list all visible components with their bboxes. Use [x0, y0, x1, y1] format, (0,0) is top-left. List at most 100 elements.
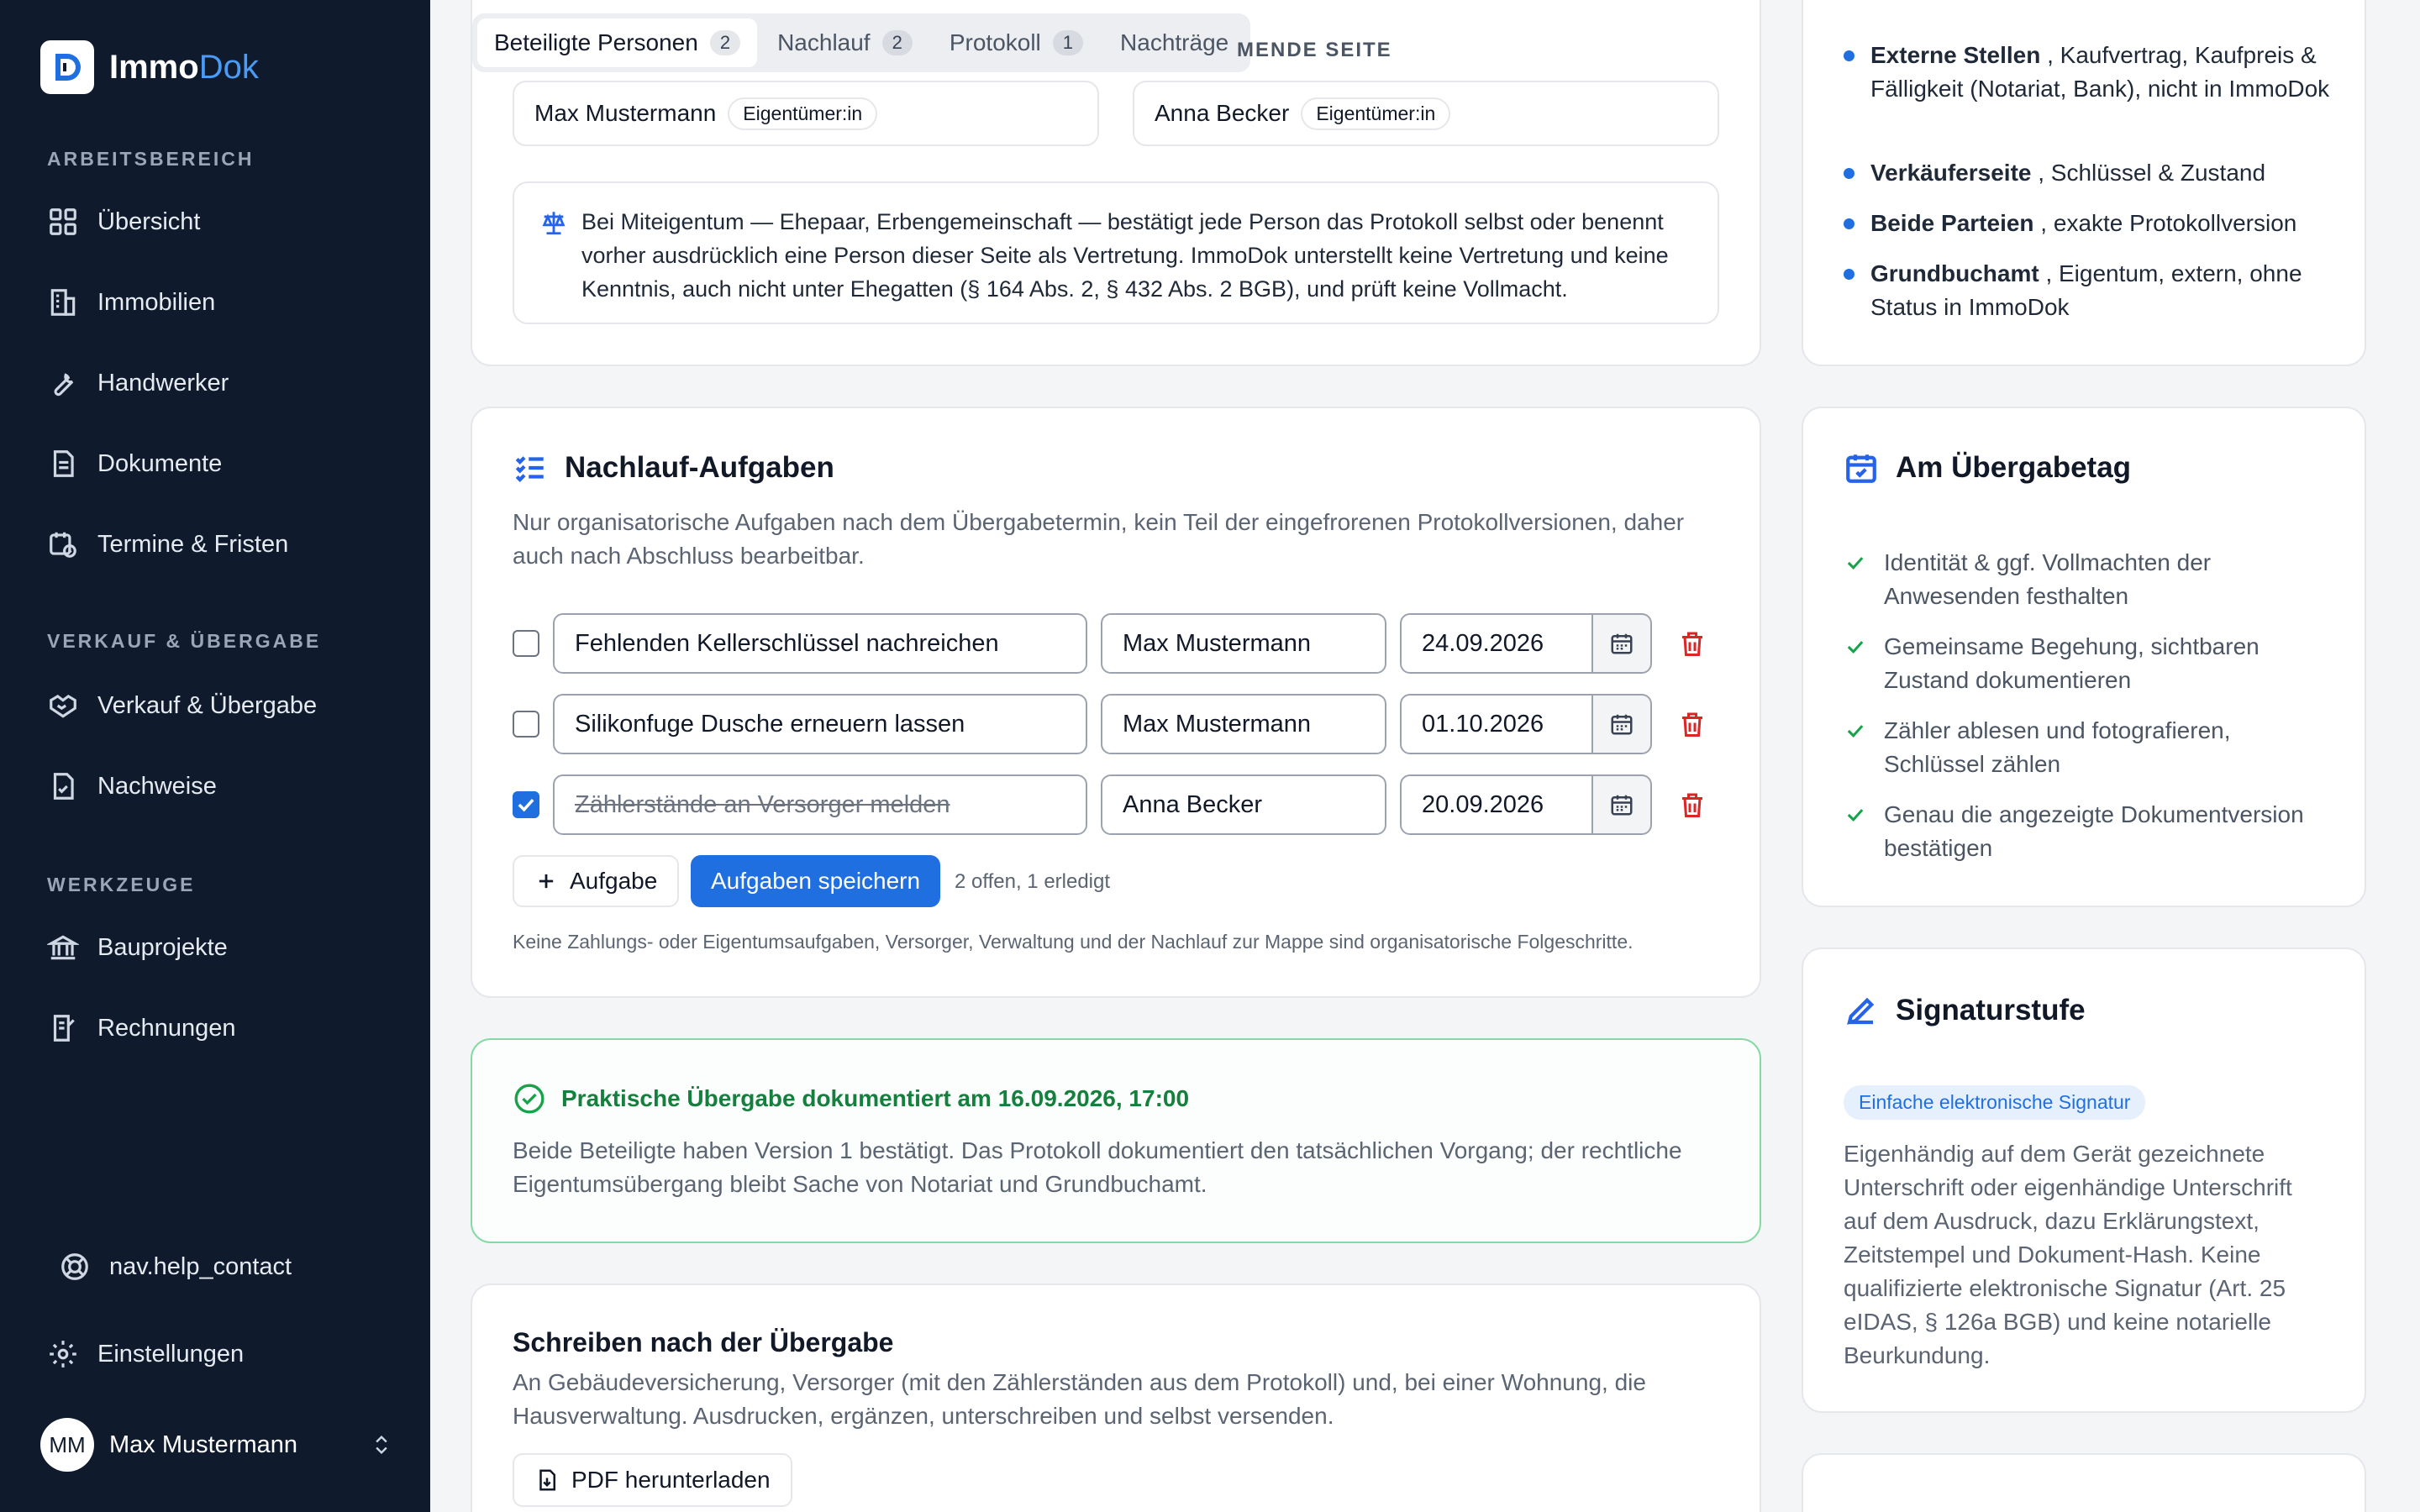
task-checkbox[interactable]	[513, 791, 539, 818]
sidebar-item-sale-handover[interactable]: Verkauf & Übergabe	[47, 684, 317, 727]
check-icon	[1847, 557, 1864, 570]
signature-level-badge: Einfache elektronische Signatur	[1844, 1085, 2146, 1120]
tab-followup[interactable]: Nachlauf 2	[760, 18, 929, 67]
handover-day-title-text: Am Übergabetag	[1896, 451, 2132, 484]
tab-count: 1	[1052, 30, 1084, 55]
bullet	[1844, 269, 1854, 280]
responsibility-item: Verkäuferseite , Schlüssel & Zustand	[1844, 156, 2331, 190]
user-menu[interactable]: MM Max Mustermann	[40, 1418, 393, 1472]
bank-icon	[47, 935, 79, 960]
date-picker-button[interactable]	[1593, 613, 1652, 674]
role-badge: Eigentümer:in	[728, 97, 878, 130]
person-card-right: Anna Becker Eigentümer:in	[1133, 81, 1719, 146]
avatar: MM	[40, 1418, 94, 1472]
checklist-text: Genau die angezeigte Dokumentversion bes…	[1884, 801, 2304, 861]
check-icon	[1847, 641, 1864, 654]
responsibility-item: Grundbuchamt , Eigentum, extern, ohne St…	[1844, 257, 2331, 324]
task-text-input[interactable]: Silikonfuge Dusche erneuern lassen	[553, 694, 1087, 754]
sidebar-item-label: Rechnungen	[97, 1014, 236, 1042]
sidebar-item-proofs[interactable]: Nachweise	[47, 764, 217, 808]
task-person-input[interactable]: Max Mustermann	[1101, 694, 1386, 754]
add-task-label: Aufgabe	[570, 868, 658, 894]
task-text-input[interactable]: Fehlenden Kellerschlüssel nachreichen	[553, 613, 1087, 674]
task-date-input[interactable]: 24.09.2026	[1400, 613, 1593, 674]
sidebar-item-settings[interactable]: Einstellungen	[47, 1332, 244, 1376]
calendar-icon	[1611, 795, 1633, 816]
person-name: Anna Becker	[1155, 100, 1290, 126]
delete-icon[interactable]	[1677, 709, 1707, 739]
document-check-icon	[53, 773, 74, 800]
date-picker-button[interactable]	[1593, 774, 1652, 835]
tab-label: Nachträge	[1120, 29, 1229, 55]
file-download-icon	[539, 1469, 555, 1491]
tasks-status: 2 offen, 1 erledigt	[955, 870, 1111, 893]
task-person-input[interactable]: Max Mustermann	[1101, 613, 1386, 674]
check-icon	[1847, 725, 1864, 738]
checklist-text: Zähler ablesen und fotografieren, Schlüs…	[1884, 717, 2231, 777]
logo-icon	[40, 40, 94, 94]
responsibility-party: Beide Parteien	[1870, 210, 2034, 236]
task-checkbox[interactable]	[513, 630, 539, 657]
tasks-description: Nur organisatorische Aufgaben nach dem Ü…	[513, 509, 1685, 569]
task-checkbox[interactable]	[513, 711, 539, 738]
download-pdf-button[interactable]: PDF herunterladen	[513, 1453, 792, 1507]
handover-status-text: Beide Beteiligte haben Version 1 bestäti…	[513, 1137, 1682, 1197]
person-name: Max Mustermann	[534, 100, 717, 126]
sidebar-item-construction[interactable]: Bauprojekte	[47, 926, 228, 969]
tab-label: Beteiligte Personen	[494, 29, 698, 55]
check-icon	[1847, 809, 1864, 822]
user-name: Max Mustermann	[109, 1431, 298, 1458]
tasks-footnote: Keine Zahlungs- oder Eigentumsaufgaben, …	[513, 931, 1634, 953]
sidebar-item-invoices[interactable]: Rechnungen	[47, 1006, 235, 1050]
sidebar-item-label: Dokumente	[97, 449, 223, 477]
lifebuoy-icon	[61, 1253, 88, 1280]
tab-bar: Beteiligte Personen 2 Nachlauf 2 Protoko…	[472, 13, 1251, 72]
gear-icon	[50, 1341, 76, 1368]
tab-protocol[interactable]: Protokoll 1	[933, 18, 1100, 67]
help-contact-link[interactable]: nav.help_contact	[59, 1245, 292, 1289]
sidebar: ImmoDok ARBEITSBEREICH Übersicht Immobil…	[0, 0, 430, 1512]
letters-text: An Gebäudeversicherung, Versorger (mit d…	[513, 1369, 1646, 1429]
task-text-input[interactable]: Zählerstände an Versorger melden	[553, 774, 1087, 835]
sidebar-item-properties[interactable]: Immobilien	[47, 281, 215, 324]
responsibility-detail: , Schlüssel & Zustand	[2031, 160, 2266, 186]
add-task-button[interactable]: Aufgabe	[513, 855, 680, 907]
delete-icon[interactable]	[1677, 628, 1707, 659]
pen-icon	[1847, 997, 1875, 1025]
task-row: Fehlenden Kellerschlüssel nachreichen Ma…	[513, 613, 1706, 674]
checklist-text: Identität & ggf. Vollmachten der Anwesen…	[1884, 549, 2212, 609]
scale-icon	[542, 212, 566, 235]
sidebar-item-documents[interactable]: Dokumente	[47, 442, 222, 486]
task-date-input[interactable]: 20.09.2026	[1400, 774, 1593, 835]
task-row: Silikonfuge Dusche erneuern lassen Max M…	[513, 694, 1706, 754]
sidebar-item-label: Termine & Fristen	[97, 530, 289, 558]
responsibility-item: Beide Parteien , exakte Protokollversion	[1844, 207, 2331, 240]
person-card-left: Max Mustermann Eigentümer:in	[513, 81, 1099, 146]
delete-icon[interactable]	[1677, 790, 1707, 820]
app-name: ImmoDok	[109, 48, 259, 86]
sidebar-item-label: Verkauf & Übergabe	[97, 691, 318, 719]
date-picker-button[interactable]	[1593, 694, 1652, 754]
bullet	[1844, 50, 1854, 61]
check-circle-icon	[514, 1084, 544, 1114]
co-ownership-note: Bei Miteigentum — Ehepaar, Erbengemeinsc…	[513, 181, 1719, 324]
sidebar-item-overview[interactable]: Übersicht	[47, 200, 201, 244]
chevron-updown-icon	[376, 1436, 387, 1454]
sidebar-item-label: Übersicht	[97, 207, 201, 235]
responsibility-party: Externe Stellen	[1870, 42, 2041, 68]
save-tasks-button[interactable]: Aufgaben speichern	[691, 855, 941, 907]
checklist-icon	[515, 456, 544, 482]
calendar-icon	[1611, 633, 1633, 654]
checklist-item: Gemeinsame Begehung, sichtbaren Zustand …	[1844, 630, 2314, 697]
letters-title: Schreiben nach der Übergabe	[513, 1327, 894, 1357]
task-date-input[interactable]: 01.10.2026	[1400, 694, 1593, 754]
app-logo[interactable]: ImmoDok	[40, 40, 259, 94]
sidebar-item-label: Immobilien	[97, 288, 216, 316]
nav-section-sale: VERKAUF & ÜBERGABE	[47, 630, 322, 652]
tab-addenda[interactable]: Nachträge	[1103, 18, 1245, 67]
handover-title-text: Praktische Übergabe dokumentiert am 16.0…	[561, 1085, 1190, 1111]
sidebar-item-craftsmen[interactable]: Handwerker	[47, 361, 229, 405]
task-person-input[interactable]: Anna Becker	[1101, 774, 1386, 835]
sidebar-item-deadlines[interactable]: Termine & Fristen	[47, 522, 288, 566]
tab-persons[interactable]: Beteiligte Personen 2	[477, 18, 758, 67]
